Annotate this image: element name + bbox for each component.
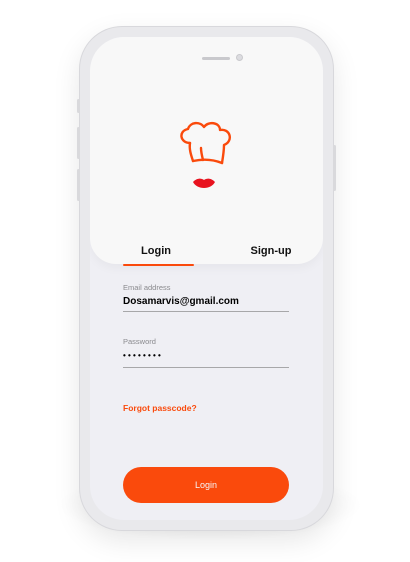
phone-speaker bbox=[202, 57, 230, 60]
active-tab-indicator bbox=[123, 264, 194, 266]
phone-side-button bbox=[77, 99, 80, 113]
forgot-passcode-link[interactable]: Forgot passcode? bbox=[123, 403, 197, 413]
email-underline bbox=[123, 311, 289, 312]
phone-camera bbox=[236, 54, 243, 61]
phone-side-button bbox=[333, 145, 336, 191]
phone-side-button bbox=[77, 127, 80, 159]
login-button[interactable]: Login bbox=[123, 467, 289, 503]
header-card: Login Sign-up bbox=[90, 37, 323, 266]
tab-sign-up[interactable]: Sign-up bbox=[236, 245, 306, 257]
email-label: Email address bbox=[123, 283, 171, 292]
phone-frame: Login Sign-up Email address Dosamarvis@g… bbox=[77, 27, 336, 530]
app-screen: Login Sign-up Email address Dosamarvis@g… bbox=[90, 37, 323, 520]
password-underline bbox=[123, 367, 289, 368]
chef-hat-icon bbox=[180, 121, 231, 188]
email-field[interactable]: Dosamarvis@gmail.com bbox=[123, 296, 283, 307]
tab-login[interactable]: Login bbox=[128, 245, 184, 257]
password-field[interactable]: •••••••• bbox=[123, 351, 163, 360]
password-label: Password bbox=[123, 337, 156, 346]
phone-side-button bbox=[77, 169, 80, 201]
